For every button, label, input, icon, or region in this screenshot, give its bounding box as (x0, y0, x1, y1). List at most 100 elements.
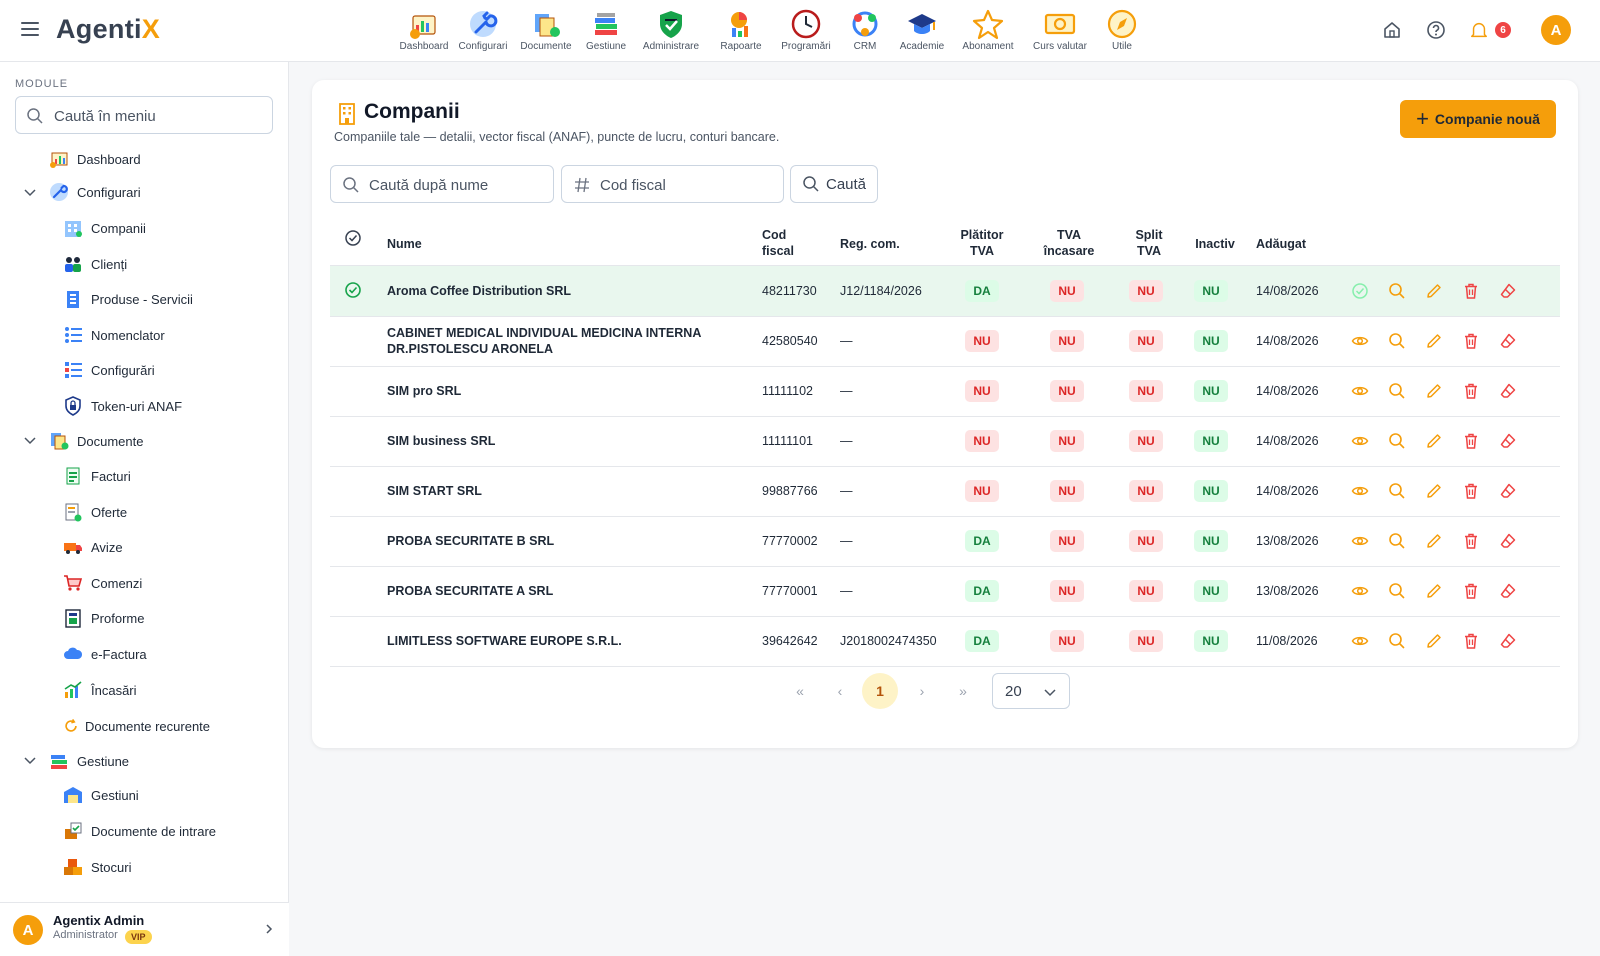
topnav-academie[interactable]: Academie (892, 8, 952, 52)
sidebar-item-stocuri[interactable]: Stocuri (62, 852, 131, 882)
menu-toggle-icon[interactable] (21, 22, 39, 38)
selected-check-icon[interactable] (344, 281, 362, 299)
edit-pencil-icon[interactable] (1425, 332, 1443, 350)
sidebar-item-comenzi[interactable]: Comenzi (62, 568, 142, 598)
anaf-lookup-search-icon[interactable] (1388, 532, 1406, 550)
col-header-reg[interactable]: Reg. com. (840, 236, 900, 252)
edit-pencil-icon[interactable] (1425, 282, 1443, 300)
sidebar-item-e-factura[interactable]: e-Factura (62, 639, 147, 669)
col-header-split-tva[interactable]: Split TVA (1119, 227, 1179, 259)
company-name[interactable]: PROBA SECURITATE B SRL (387, 533, 717, 549)
chevron-down-icon[interactable] (22, 753, 38, 769)
edit-pencil-icon[interactable] (1425, 482, 1443, 500)
company-name[interactable]: PROBA SECURITATE A SRL (387, 583, 717, 599)
eraser-icon[interactable] (1499, 432, 1517, 450)
anaf-lookup-search-icon[interactable] (1388, 282, 1406, 300)
search-button[interactable]: Caută (790, 165, 878, 203)
sidebar-item-dashboard[interactable]: Dashboard (48, 144, 141, 174)
table-row[interactable]: Aroma Coffee Distribution SRL 48211730 J12… (330, 266, 1560, 317)
home-icon[interactable] (1381, 19, 1403, 41)
table-row[interactable]: SIM business SRL 11111101 — NU NU NU NU 14/08/2… (330, 416, 1560, 467)
edit-pencil-icon[interactable] (1425, 582, 1443, 600)
sidebar-item-nomenclator[interactable]: Nomenclator (62, 320, 165, 350)
sidebar-item-documente-de-intrare[interactable]: Documente de intrare (62, 816, 216, 846)
delete-trash-icon[interactable] (1462, 282, 1480, 300)
company-name[interactable]: SIM business SRL (387, 433, 717, 449)
anaf-lookup-search-icon[interactable] (1388, 582, 1406, 600)
edit-pencil-icon[interactable] (1425, 632, 1443, 650)
first-page-button[interactable]: « (782, 673, 818, 709)
company-name[interactable]: LIMITLESS SOFTWARE EUROPE S.R.L. (387, 633, 717, 649)
cif-search-input[interactable] (600, 175, 770, 195)
prev-page-button[interactable]: ‹ (822, 673, 858, 709)
view-eye-icon[interactable] (1351, 382, 1369, 400)
anaf-lookup-search-icon[interactable] (1388, 382, 1406, 400)
anaf-lookup-search-icon[interactable] (1388, 432, 1406, 450)
view-eye-icon[interactable] (1351, 582, 1369, 600)
anaf-lookup-search-icon[interactable] (1388, 482, 1406, 500)
edit-pencil-icon[interactable] (1425, 382, 1443, 400)
delete-trash-icon[interactable] (1462, 382, 1480, 400)
check-circle-icon[interactable] (344, 229, 362, 247)
sidebar-item-proforme[interactable]: Proforme (62, 603, 144, 633)
chevron-down-icon[interactable] (22, 185, 38, 201)
col-header-tva-incasare[interactable]: TVA încasare (1039, 227, 1099, 259)
sidebar-item-gestiuni[interactable]: Gestiuni (62, 780, 139, 810)
edit-pencil-icon[interactable] (1425, 532, 1443, 550)
eraser-icon[interactable] (1499, 632, 1517, 650)
sidebar-item-clienti[interactable]: Clienți (62, 249, 127, 279)
topnav-configurari[interactable]: Configurari (452, 8, 514, 52)
col-header-added[interactable]: Adăugat (1256, 236, 1306, 252)
table-row[interactable]: SIM pro SRL 11111102 — NU NU NU NU 14/08/2026 (330, 366, 1560, 417)
topnav-curs-valutar[interactable]: Curs valutar (1024, 8, 1096, 52)
topnav-rapoarte[interactable]: Rapoarte (708, 8, 774, 52)
anaf-lookup-search-icon[interactable] (1388, 332, 1406, 350)
company-name[interactable]: CABINET MEDICAL INDIVIDUAL MEDICINA INTE… (387, 325, 717, 357)
sidebar-item-configurari[interactable]: Configurari (48, 177, 141, 207)
topnav-documente[interactable]: Documente (514, 8, 578, 52)
topnav-crm[interactable]: CRM (838, 8, 892, 52)
app-logo[interactable]: AgentiX (56, 14, 160, 45)
col-header-cif[interactable]: Cod fiscal (762, 227, 794, 259)
sidebar-item-avize[interactable]: Avize (62, 532, 123, 562)
delete-trash-icon[interactable] (1462, 432, 1480, 450)
chevron-down-icon[interactable] (22, 433, 38, 449)
eraser-icon[interactable] (1499, 282, 1517, 300)
new-company-button[interactable]: + Companie nouă (1400, 100, 1556, 138)
table-row[interactable]: PROBA SECURITATE A SRL 77770001 — DA NU NU NU 1… (330, 566, 1560, 617)
chevron-right-icon[interactable] (262, 922, 276, 936)
last-page-button[interactable]: » (945, 673, 981, 709)
page-size-select[interactable]: 20 (992, 673, 1070, 709)
active-check-icon[interactable] (1351, 282, 1369, 300)
sidebar-item-oferte[interactable]: Oferte (62, 497, 127, 527)
help-icon[interactable] (1425, 19, 1447, 41)
anaf-lookup-search-icon[interactable] (1388, 632, 1406, 650)
view-eye-icon[interactable] (1351, 332, 1369, 350)
topnav-abonament[interactable]: Abonament (952, 8, 1024, 52)
sidebar-item-produse-servicii[interactable]: Produse - Servicii (62, 284, 193, 314)
company-name[interactable]: Aroma Coffee Distribution SRL (387, 283, 717, 299)
view-eye-icon[interactable] (1351, 482, 1369, 500)
eraser-icon[interactable] (1499, 332, 1517, 350)
view-eye-icon[interactable] (1351, 432, 1369, 450)
sidebar-item-incasari[interactable]: Încasări (62, 675, 137, 705)
user-profile-footer[interactable]: A Agentix Admin Administrator VIP (0, 902, 289, 956)
topnav-dashboard[interactable]: Dashboard (396, 8, 452, 52)
sidebar-item-gestiune[interactable]: Gestiune (48, 746, 129, 776)
sidebar-item-token-uri-anaf[interactable]: Token-uri ANAF (62, 391, 182, 421)
delete-trash-icon[interactable] (1462, 582, 1480, 600)
sidebar-item-companii[interactable]: Companii (62, 213, 146, 243)
name-search-input[interactable] (369, 175, 539, 195)
table-row[interactable]: LIMITLESS SOFTWARE EUROPE S.R.L. 39642642… (330, 616, 1560, 667)
eraser-icon[interactable] (1499, 382, 1517, 400)
topnav-utile[interactable]: Utile (1096, 8, 1148, 52)
table-row[interactable]: PROBA SECURITATE B SRL 77770002 — DA NU NU NU 1… (330, 516, 1560, 567)
topnav-administrare[interactable]: Administrare (634, 8, 708, 52)
sidebar-item-documente[interactable]: Documente (48, 426, 143, 456)
col-header-platitor-tva[interactable]: Plătitor TVA (952, 227, 1012, 259)
menu-search-input[interactable] (54, 105, 264, 127)
table-row[interactable]: SIM START SRL 99887766 — NU NU NU NU 14/08/2026 (330, 466, 1560, 517)
delete-trash-icon[interactable] (1462, 632, 1480, 650)
sidebar-item-documente-recurente[interactable]: Documente recurente (62, 711, 210, 741)
company-name[interactable]: SIM pro SRL (387, 383, 717, 399)
